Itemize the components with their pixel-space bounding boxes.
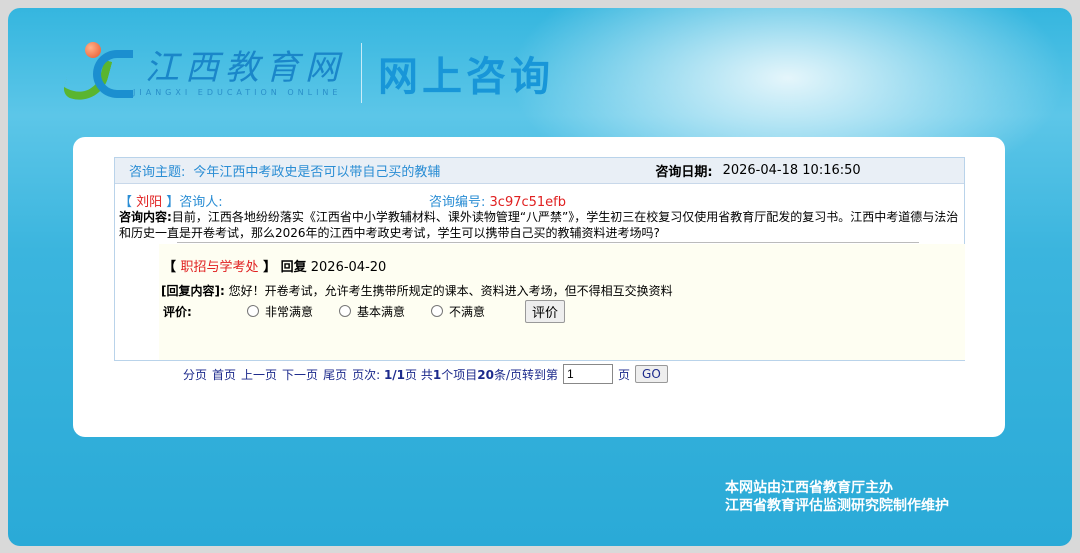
reply-header: 【 职招与学考处 】 回复 2026-04-20 <box>163 260 387 275</box>
content-text: 目前，江西各地纷纷落实《江西省中小学教辅材料、课外读物管理“八严禁”》，学生初三… <box>119 210 959 240</box>
footer-line-1: 本网站由江西省教育厅主办 <box>725 480 893 496</box>
brand-en: JIANGXI EDUCATION ONLINE <box>133 88 342 97</box>
brand: 江西教育网 JIANGXI EDUCATION ONLINE <box>133 48 345 98</box>
divider <box>361 43 362 103</box>
reply-dept: 职招与学考处 <box>180 260 259 275</box>
id-label: 咨询编号: <box>429 195 486 210</box>
radio-icon[interactable] <box>247 305 259 317</box>
go-button[interactable]: GO <box>635 365 668 383</box>
pager: 分页 首页 上一页 下一页 尾页 页次: 1/1页 共1个项目20条/页转到第 … <box>183 364 668 384</box>
option-label: 不满意 <box>449 305 486 319</box>
consult-id: 3c97c51efb <box>489 195 567 210</box>
prev-page-link[interactable]: 上一页 <box>241 366 277 383</box>
footer-line-2: 江西省教育评估监测研究院制作维护 <box>725 498 949 514</box>
rating-option-very-satisfied[interactable]: 非常满意 <box>247 303 339 320</box>
content-label: 咨询内容: <box>119 210 172 224</box>
footer: 本网站由江西省教育厅主办 江西省教育评估监测研究院制作维护 <box>725 479 949 515</box>
topic: 今年江西中考政史是否可以带自己买的教辅 <box>193 165 441 180</box>
pager-label: 分页 <box>183 367 208 382</box>
rating-option-satisfied[interactable]: 基本满意 <box>339 303 431 320</box>
content-panel: 咨询主题: 今年江西中考政史是否可以带自己买的教辅 咨询日期: 2026-04-… <box>73 137 1005 437</box>
page-unit: 页 <box>618 367 631 382</box>
date-label: 咨询日期: <box>655 165 713 180</box>
rating-option-unsatisfied[interactable]: 不满意 <box>431 303 525 320</box>
jx-logo-icon <box>61 38 133 108</box>
reply-content: [回复内容]: 您好！开卷考试，允许考生携带所规定的课本、资料进入考场，但不得相… <box>161 282 673 299</box>
rate-button[interactable]: 评价 <box>525 300 566 323</box>
first-page-link[interactable]: 首页 <box>212 366 236 383</box>
topic-label: 咨询主题: <box>129 165 186 180</box>
consult-date: 2026-04-18 10:16:50 <box>722 163 861 178</box>
page-info: 页次: 1/1页 共1个项目20条/页转到第 <box>352 367 559 382</box>
reply-content-label: [回复内容]: <box>161 284 225 298</box>
brand-cn: 江西教育网 <box>145 48 345 88</box>
rating-row: 评价: 非常满意 基本满意 不满意 评价 <box>163 300 566 323</box>
next-page-link[interactable]: 下一页 <box>282 366 318 383</box>
radio-icon[interactable] <box>339 305 351 317</box>
last-page-link[interactable]: 尾页 <box>323 366 347 383</box>
site-logo[interactable]: 江西教育网 JIANGXI EDUCATION ONLINE 网上咨询 <box>61 38 554 108</box>
divider <box>177 242 919 243</box>
page-title: 网上咨询 <box>378 54 554 100</box>
asker-label: 咨询人: <box>179 195 223 210</box>
consult-header: 咨询主题: 今年江西中考政史是否可以带自己买的教辅 咨询日期: 2026-04-… <box>115 158 964 184</box>
asker-row: 【 刘阳 】咨询人: <box>119 195 223 210</box>
id-row: 咨询编号: 3c97c51efb <box>429 191 566 210</box>
radio-icon[interactable] <box>431 305 443 317</box>
page-jump-input[interactable] <box>563 364 614 384</box>
rating-label: 评价: <box>163 305 192 319</box>
option-label: 非常满意 <box>265 305 314 319</box>
option-label: 基本满意 <box>357 305 406 319</box>
consult-content: 咨询内容:目前，江西各地纷纷落实《江西省中小学教辅材料、课外读物管理“八严禁”》… <box>119 209 961 241</box>
consult-table: 咨询主题: 今年江西中考政史是否可以带自己买的教辅 咨询日期: 2026-04-… <box>114 157 965 361</box>
page-frame: 江西教育网 JIANGXI EDUCATION ONLINE 网上咨询 咨询主题… <box>8 8 1072 546</box>
reply-box: 【 职招与学考处 】 回复 2026-04-20 [回复内容]: 您好！开卷考试… <box>159 244 965 360</box>
reply-label: 回复 <box>280 260 307 275</box>
asker-name: 刘阳 <box>136 195 163 210</box>
reply-content-text: 您好！开卷考试，允许考生携带所规定的课本、资料进入考场，但不得相互交换资料 <box>228 284 673 298</box>
reply-date: 2026-04-20 <box>310 260 387 275</box>
